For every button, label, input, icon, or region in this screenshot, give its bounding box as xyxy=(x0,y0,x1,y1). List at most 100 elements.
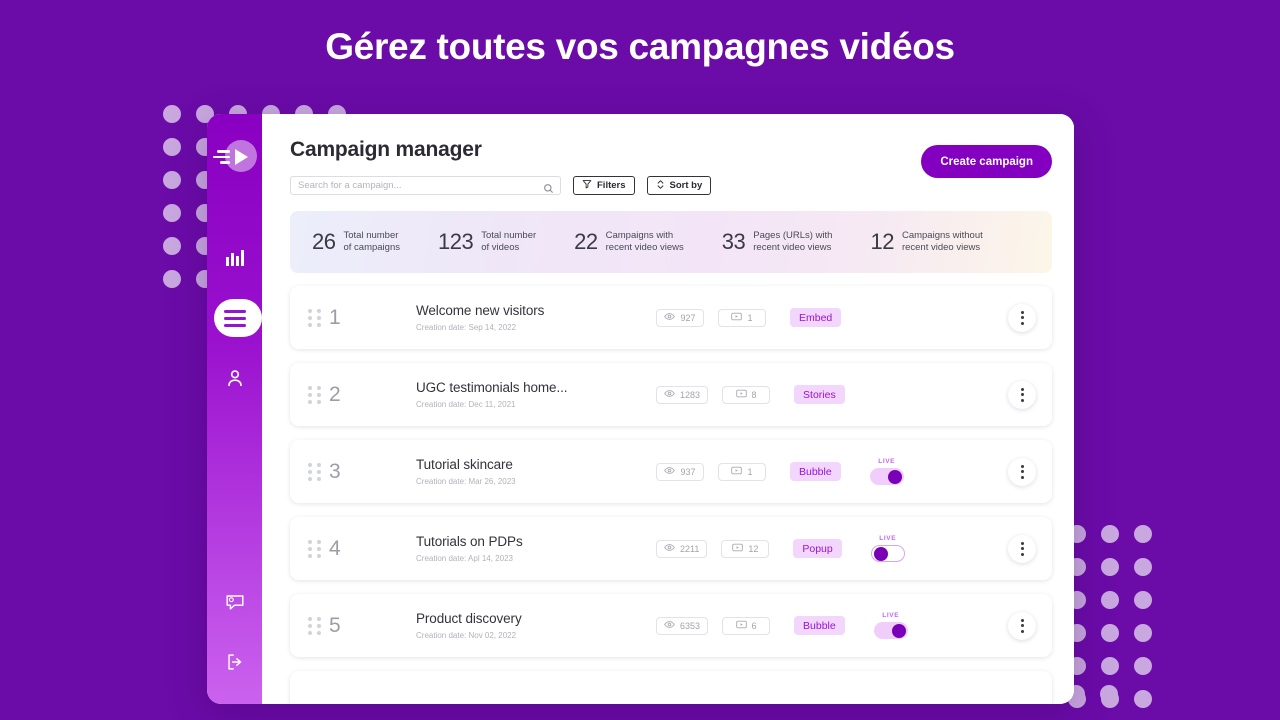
views-chip: 927 xyxy=(656,308,704,327)
more-options-icon[interactable] xyxy=(1008,303,1036,332)
campaign-row[interactable]: 2 UGC testimonials home... Creation date: … xyxy=(290,363,1052,426)
sort-updown-icon xyxy=(656,179,665,193)
toggle-knob xyxy=(873,547,888,561)
campaign-row[interactable]: 1 Welcome new visitors Creation date: Sep … xyxy=(290,286,1052,349)
campaign-date: Creation date: Mar 26, 2023 xyxy=(416,477,516,486)
stat-item: 22 Campaigns with recent video views xyxy=(574,229,684,255)
stat-number: 26 xyxy=(312,229,336,254)
decorative-dot xyxy=(162,203,181,222)
views-chip: 2211 xyxy=(656,539,708,558)
help-chat-icon xyxy=(224,591,246,613)
drag-handle-icon[interactable] xyxy=(308,539,321,558)
videos-chip: 1 xyxy=(718,462,766,481)
filters-button[interactable]: Filters xyxy=(573,176,635,195)
sort-by-button[interactable]: Sort by xyxy=(646,176,712,195)
drag-handle-icon[interactable] xyxy=(308,462,321,481)
campaign-titles: UGC testimonials home... Creation date: D… xyxy=(416,380,656,409)
sidebar-item-logout[interactable] xyxy=(207,632,262,692)
campaign-rank: 2 xyxy=(329,382,341,406)
campaign-row[interactable]: 3 Tutorial skincare Creation date: Mar 26,… xyxy=(290,440,1052,503)
stat-number: 123 xyxy=(438,229,474,254)
video-play-icon xyxy=(731,466,743,477)
play-logo-icon[interactable] xyxy=(212,134,257,178)
views-count: 937 xyxy=(680,466,696,477)
decorative-dot xyxy=(1133,557,1152,576)
main-panel: Campaign manager Search for a campaign..… xyxy=(262,114,1074,704)
sidebar-item-analytics[interactable] xyxy=(207,228,262,288)
live-toggle-wrap: LIVE xyxy=(864,535,912,562)
drag-handle-icon[interactable] xyxy=(308,385,321,404)
decorative-dot xyxy=(1133,590,1152,609)
campaign-row[interactable]: 4 Tutorials on PDPs Creation date: Apl 14,… xyxy=(290,517,1052,580)
live-toggle[interactable] xyxy=(873,622,908,639)
campaign-date: Creation date: Sep 14, 2022 xyxy=(416,323,517,332)
stat-label: Pages (URLs) with recent video views xyxy=(753,229,833,254)
campaign-name: UGC testimonials home... xyxy=(416,380,568,395)
drag-handle-icon[interactable] xyxy=(308,616,321,635)
campaign-list: 1 Welcome new visitors Creation date: Sep … xyxy=(290,286,1052,704)
campaign-rank: 1 xyxy=(329,305,341,329)
sidebar-item-support[interactable] xyxy=(207,572,262,632)
campaign-rank: 3 xyxy=(329,459,341,483)
decorative-dot xyxy=(1133,656,1152,675)
live-toggle-wrap: LIVE xyxy=(863,458,911,485)
decorative-dot xyxy=(1133,524,1152,543)
toggle-knob xyxy=(887,470,902,484)
videos-count: 8 xyxy=(751,389,757,400)
stat-label: Campaigns without recent video views xyxy=(901,229,983,254)
decorative-dot xyxy=(162,236,181,255)
app-window: Campaign manager Search for a campaign..… xyxy=(207,114,1074,704)
campaign-titles: Tutorial skincare Creation date: Mar 26, … xyxy=(416,457,656,486)
eye-icon xyxy=(664,312,676,323)
drag-handle-icon[interactable] xyxy=(308,308,321,327)
search-input[interactable] xyxy=(298,180,538,191)
sidebar xyxy=(207,114,262,704)
stat-item: 12 Campaigns without recent video views xyxy=(870,229,982,255)
filter-funnel-icon xyxy=(582,179,592,192)
decorative-dot xyxy=(1099,684,1118,703)
menu-icon xyxy=(223,306,246,331)
search-box[interactable] xyxy=(290,176,561,195)
live-toggle[interactable] xyxy=(869,468,904,485)
sort-by-label: Sort by xyxy=(669,180,703,191)
videos-chip: 6 xyxy=(722,616,771,635)
campaign-date: Creation date: Nov 02, 2022 xyxy=(416,631,517,640)
campaign-type-tag: Popup xyxy=(793,539,842,558)
campaign-type-tag: Bubble xyxy=(790,462,841,481)
campaign-date: Creation date: Dec 11, 2021 xyxy=(416,400,516,409)
filters-label: Filters xyxy=(597,180,626,191)
toolbar: Filters Sort by xyxy=(290,176,1052,195)
stat-number: 33 xyxy=(721,229,746,254)
decorative-dot xyxy=(162,170,181,189)
page-title: Gérez toutes vos campagnes vidéos xyxy=(325,26,955,67)
campaign-type-tag: Bubble xyxy=(794,616,845,635)
videos-count: 12 xyxy=(748,543,759,554)
views-count: 927 xyxy=(680,312,696,323)
videos-count: 1 xyxy=(747,466,753,477)
decorative-dot xyxy=(1133,689,1152,708)
live-toggle-wrap: LIVE xyxy=(867,612,915,639)
campaign-row[interactable]: 5 Product discovery Creation date: Nov 02,… xyxy=(290,594,1052,657)
views-chip: 937 xyxy=(656,462,704,481)
create-campaign-button[interactable]: Create campaign xyxy=(921,145,1052,178)
views-count: 6353 xyxy=(680,620,701,631)
decorative-dot xyxy=(162,269,181,288)
video-play-icon xyxy=(735,389,747,400)
decorative-dot xyxy=(162,137,181,156)
more-options-icon[interactable] xyxy=(1008,534,1036,563)
sidebar-item-campaigns[interactable] xyxy=(207,288,262,348)
campaign-name: Product discovery xyxy=(416,611,522,626)
more-options-icon[interactable] xyxy=(1008,380,1036,409)
decorative-dot xyxy=(1100,557,1119,576)
toggle-knob xyxy=(891,624,906,638)
live-toggle[interactable] xyxy=(870,545,905,562)
more-options-icon[interactable] xyxy=(1008,611,1036,640)
campaign-titles: Product discovery Creation date: Nov 02, … xyxy=(416,611,656,640)
videos-count: 6 xyxy=(751,620,757,631)
sidebar-item-account[interactable] xyxy=(207,348,262,408)
eye-icon xyxy=(664,543,675,554)
more-options-icon[interactable] xyxy=(1008,457,1036,486)
campaign-row-partial[interactable] xyxy=(290,671,1052,704)
live-label: LIVE xyxy=(878,458,896,465)
campaign-rank: 5 xyxy=(329,613,341,637)
